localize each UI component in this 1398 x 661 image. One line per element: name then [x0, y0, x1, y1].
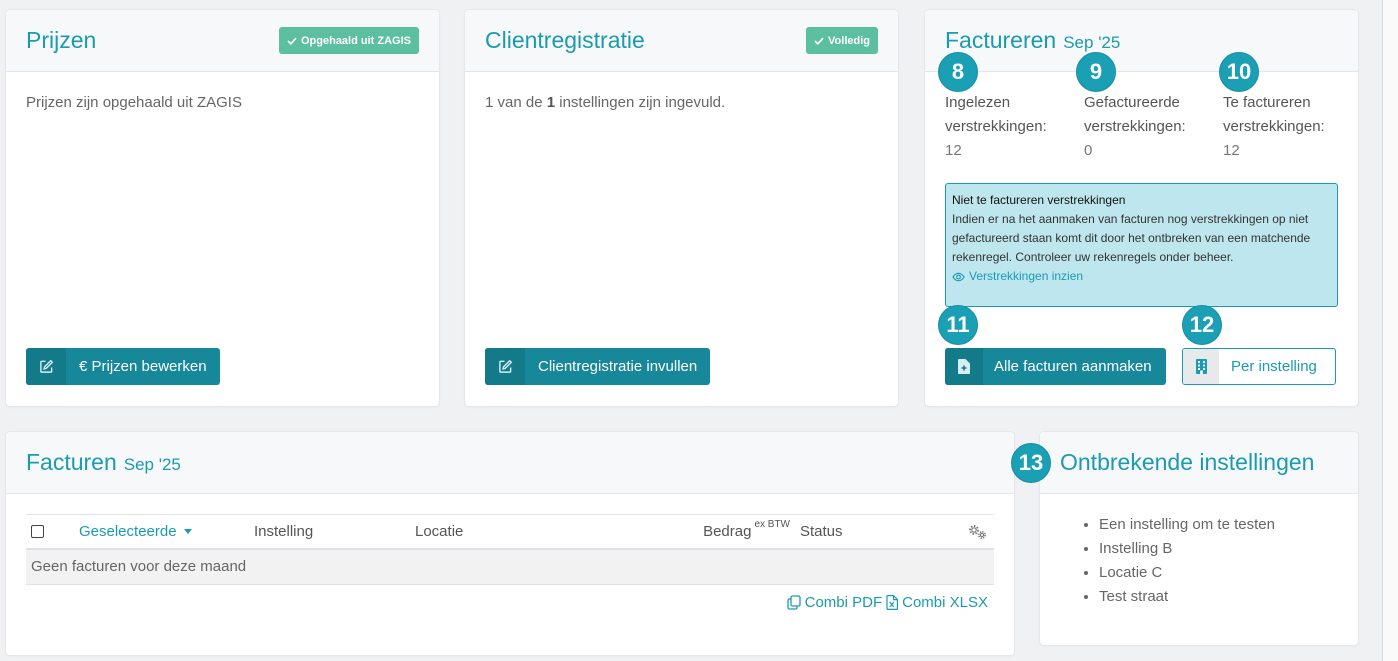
column-status: Status: [800, 523, 843, 540]
verstrekkingen-inzien-link[interactable]: Verstrekkingen inzien: [952, 267, 1083, 286]
facturen-period: Sep '25: [123, 455, 181, 474]
button-label: € Prijzen bewerken: [79, 358, 207, 375]
stat-value: 12: [945, 142, 962, 159]
badge-label: Opgehaald uit ZAGIS: [300, 34, 411, 47]
stat-value: 12: [1223, 142, 1240, 159]
facturen-title-text: Facturen: [26, 449, 117, 475]
table-header: Geselecteerde Instelling Locatie Bedrag e…: [26, 514, 994, 550]
button-label: Per instelling: [1231, 358, 1317, 375]
column-label: Bedrag: [703, 523, 752, 540]
badge-label: Volledig: [828, 34, 870, 47]
prijzen-title: Prijzen: [26, 27, 97, 53]
facturen-title: Facturen Sep '25: [26, 449, 181, 476]
combi-xlsx-link[interactable]: Combi XLSX: [886, 594, 988, 611]
button-label: Alle facturen aanmaken: [994, 358, 1152, 375]
copy-icon: [786, 594, 805, 610]
niet-te-factureren-notice: Niet te factureren verstrekkingen Indien…: [945, 183, 1338, 307]
facturen-card-header: Facturen Sep '25: [6, 432, 1014, 494]
list-item: Instelling B: [1099, 537, 1275, 561]
stat-ingelezen: Ingelezen verstrekkingen: 12: [945, 91, 1073, 163]
description-suffix: instellingen zijn ingevuld.: [559, 94, 726, 111]
notice-text: Indien er na het aanmaken van facturen n…: [952, 212, 1311, 264]
edit-icon: [485, 348, 525, 385]
prijzen-card-header: Prijzen Opgehaald uit ZAGIS: [6, 10, 439, 72]
empty-table-row: Geen facturen voor deze maand: [26, 550, 994, 585]
factureren-card-header: Factureren Sep '25: [925, 10, 1358, 72]
alle-facturen-aanmaken-button[interactable]: Alle facturen aanmaken: [945, 348, 1166, 385]
edit-icon: [26, 348, 66, 385]
clientregistratie-card: Clientregistratie Volledig 1 van de 1 in…: [465, 10, 898, 406]
gears-icon[interactable]: [968, 515, 988, 548]
prijzen-status-badge: Opgehaald uit ZAGIS: [278, 27, 419, 54]
button-label: Clientregistratie invullen: [538, 358, 698, 375]
factureren-card: Factureren Sep '25 Ingelezen verstrekkin…: [925, 10, 1358, 406]
marker-11: 11: [938, 305, 978, 345]
clientregistratie-card-header: Clientregistratie Volledig: [465, 10, 898, 72]
column-label: Geselecteerde: [79, 523, 177, 540]
combi-pdf-link[interactable]: Combi PDF: [786, 593, 883, 611]
prijzen-bewerken-button[interactable]: € Prijzen bewerken: [26, 348, 220, 385]
column-locatie: Locatie: [415, 523, 464, 540]
export-links: Combi PDF Combi XLSX: [783, 592, 988, 612]
caret-down-icon: [183, 529, 192, 534]
list-item: Test straat: [1099, 585, 1275, 609]
link-label: Combi XLSX: [902, 593, 988, 611]
building-icon: [1183, 349, 1219, 384]
stat-te-factureren: Te factureren verstrekkingen: 12: [1223, 91, 1351, 163]
clientregistratie-status-badge: Volledig: [806, 27, 878, 54]
select-all-checkbox[interactable]: [31, 525, 44, 538]
marker-12: 12: [1182, 305, 1222, 345]
stat-label: Ingelezen verstrekkingen:: [945, 94, 1047, 135]
column-bedrag: Bedrag ex BTW: [703, 515, 790, 548]
eye-icon: [952, 272, 969, 282]
clientregistratie-title: Clientregistratie: [485, 27, 645, 53]
factureren-period: Sep '25: [1063, 33, 1121, 52]
link-label: Combi PDF: [804, 593, 883, 611]
stat-label: Te factureren verstrekkingen:: [1223, 94, 1325, 135]
check-icon: [814, 37, 824, 45]
file-excel-icon: [886, 594, 902, 610]
ontbrekende-card-header: Ontbrekende instellingen: [1040, 432, 1358, 494]
notice-title: Niet te factureren verstrekkingen: [952, 193, 1126, 207]
factureren-title-text: Factureren: [945, 27, 1057, 53]
list-item: Een instelling om te testen: [1099, 513, 1275, 537]
column-instelling: Instelling: [254, 523, 314, 540]
total-count: 1: [546, 94, 556, 111]
factureren-title: Factureren Sep '25: [945, 27, 1120, 54]
marker-9: 9: [1076, 52, 1116, 92]
marker-13: 13: [1011, 443, 1051, 483]
stat-gefactureerd: Gefactureerde verstrekkingen: 0: [1084, 91, 1212, 163]
link-label: Verstrekkingen inzien: [969, 269, 1084, 283]
clientregistratie-invullen-button[interactable]: Clientregistratie invullen: [485, 348, 711, 385]
column-geselecteerde[interactable]: Geselecteerde: [79, 515, 192, 548]
stat-label: Gefactureerde verstrekkingen:: [1084, 94, 1186, 135]
prijzen-description: Prijzen zijn opgehaald uit ZAGIS: [26, 94, 242, 111]
vertical-scrollbar[interactable]: [1382, 0, 1398, 661]
marker-8: 8: [938, 52, 978, 92]
ontbrekende-title: Ontbrekende instellingen: [1060, 449, 1315, 475]
ontbrekende-instellingen-card: Ontbrekende instellingen Een instelling …: [1040, 432, 1358, 645]
marker-10: 10: [1219, 52, 1259, 92]
list-item: Locatie C: [1099, 561, 1275, 585]
prijzen-card: Prijzen Opgehaald uit ZAGIS Prijzen zijn…: [6, 10, 439, 406]
facturen-card: Facturen Sep '25 Geselecteerde Instellin…: [6, 432, 1014, 655]
per-instelling-button[interactable]: Per instelling: [1182, 348, 1336, 385]
check-icon: [287, 37, 297, 45]
clientregistratie-description: 1 van de 1 instellingen zijn ingevuld.: [485, 91, 725, 115]
stat-value: 0: [1084, 142, 1093, 159]
description-connector: van de: [497, 94, 543, 111]
file-plus-icon: [945, 348, 983, 385]
filled-count: 1: [485, 94, 494, 111]
facturen-table: Geselecteerde Instelling Locatie Bedrag e…: [26, 514, 994, 585]
column-suffix: ex BTW: [754, 519, 790, 530]
missing-settings-list: Een instelling om te testen Instelling B…: [1060, 513, 1275, 609]
